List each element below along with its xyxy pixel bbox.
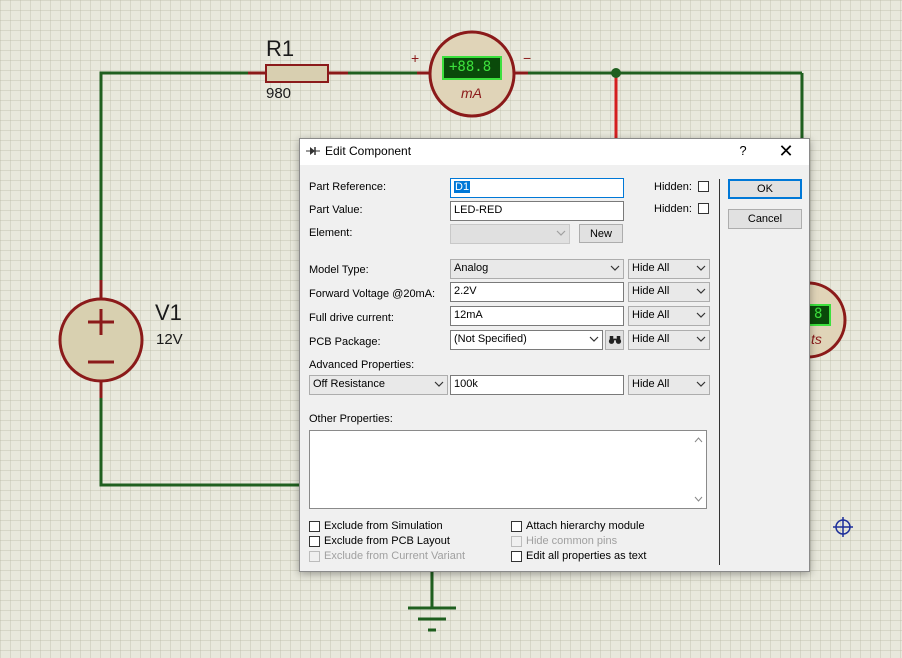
v1-reference: V1 [155, 300, 182, 325]
model-type-visibility-select[interactable]: Hide All [628, 259, 710, 279]
full-drive-current-visibility-select[interactable]: Hide All [628, 306, 710, 326]
hidden-label-value: Hidden: [654, 203, 692, 215]
chevron-down-icon [610, 265, 620, 271]
forward-voltage-label: Forward Voltage @20mA: [309, 288, 436, 300]
hidden-reference-checkbox[interactable] [698, 181, 709, 192]
cancel-button[interactable]: Cancel [728, 209, 802, 229]
forward-voltage-visibility-value: Hide All [632, 285, 670, 297]
v1-value: 12V [156, 331, 183, 348]
crosshair-icon [833, 517, 853, 537]
voltmeter-unit: ts [811, 331, 822, 347]
scroll-down-icon[interactable] [694, 496, 703, 502]
edit-all-text-label[interactable]: Edit all properties as text [526, 550, 646, 562]
attach-hierarchy-label[interactable]: Attach hierarchy module [526, 520, 645, 532]
pcb-package-label: PCB Package: [309, 336, 381, 348]
binoculars-icon [608, 336, 621, 344]
advanced-visibility-value: Hide All [632, 378, 670, 390]
chevron-down-icon [434, 381, 444, 387]
chevron-down-icon [696, 265, 706, 271]
full-drive-current-input[interactable]: 12mA [450, 306, 624, 326]
advanced-visibility-select[interactable]: Hide All [628, 375, 710, 395]
exclude-simulation-label[interactable]: Exclude from Simulation [324, 520, 443, 532]
exclude-simulation-checkbox[interactable] [309, 521, 320, 532]
part-reference-value: D1 [454, 181, 471, 193]
other-properties-textarea[interactable] [309, 430, 707, 509]
hidden-label-reference: Hidden: [654, 181, 692, 193]
model-type-label: Model Type: [309, 264, 369, 276]
r1-value: 980 [266, 85, 292, 102]
dialog-divider [719, 179, 720, 565]
resistor-r1[interactable] [248, 64, 348, 83]
element-select[interactable] [450, 224, 570, 244]
advanced-property-select[interactable]: Off Resistance [309, 375, 448, 395]
diode-icon [306, 147, 320, 155]
part-reference-label: Part Reference: [309, 181, 387, 193]
voltmeter-display: 8 [814, 306, 823, 322]
ammeter-minus: − [523, 50, 532, 66]
full-drive-current-label: Full drive current: [309, 312, 394, 324]
ammeter-display: +88.8 [449, 59, 492, 75]
voltage-source-v1[interactable] [58, 280, 144, 398]
wire-junction [611, 68, 621, 78]
scroll-up-icon[interactable] [694, 437, 703, 443]
exclude-pcb-label[interactable]: Exclude from PCB Layout [324, 535, 450, 547]
forward-voltage-visibility-select[interactable]: Hide All [628, 282, 710, 302]
advanced-property-name: Off Resistance [313, 378, 385, 390]
hide-common-pins-checkbox[interactable] [511, 536, 522, 547]
ok-button[interactable]: OK [728, 179, 802, 199]
close-button[interactable]: ✕ [777, 141, 795, 162]
other-properties-label: Other Properties: [309, 413, 393, 425]
chevron-down-icon [696, 312, 706, 318]
edit-all-text-checkbox[interactable] [511, 551, 522, 562]
model-type-select[interactable]: Analog [450, 259, 624, 279]
exclude-variant-checkbox[interactable] [309, 551, 320, 562]
chevron-down-icon [696, 288, 706, 294]
attach-hierarchy-checkbox[interactable] [511, 521, 522, 532]
dialog-titlebar[interactable]: Edit Component ? ✕ [300, 139, 809, 165]
full-drive-current-visibility-value: Hide All [632, 309, 670, 321]
exclude-variant-label: Exclude from Current Variant [324, 550, 466, 562]
r1-reference: R1 [266, 36, 295, 61]
new-element-button[interactable]: New [579, 224, 623, 243]
ammeter-plus: + [411, 50, 420, 66]
chevron-down-icon [589, 336, 599, 342]
hidden-value-checkbox[interactable] [698, 203, 709, 214]
part-value-input[interactable]: LED-RED [450, 201, 624, 221]
advanced-properties-label: Advanced Properties: [309, 359, 415, 371]
part-value-label: Part Value: [309, 204, 363, 216]
exclude-pcb-checkbox[interactable] [309, 536, 320, 547]
ammeter-unit: mA [461, 85, 482, 101]
chevron-down-icon [696, 381, 706, 387]
pcb-package-browse-button[interactable] [605, 330, 624, 350]
advanced-property-input[interactable]: 100k [450, 375, 624, 395]
hide-common-pins-label: Hide common pins [526, 535, 618, 547]
chevron-down-icon [696, 336, 706, 342]
forward-voltage-input[interactable]: 2.2V [450, 282, 624, 302]
dialog-title: Edit Component [325, 144, 412, 158]
model-type-visibility-value: Hide All [632, 262, 670, 274]
chevron-down-icon [556, 230, 566, 236]
pcb-package-select[interactable]: (Not Specified) [450, 330, 603, 350]
pcb-package-value: (Not Specified) [454, 333, 527, 345]
edit-component-dialog: Edit Component ? ✕ Part Reference: D1 Hi… [299, 138, 810, 572]
pcb-package-visibility-value: Hide All [632, 333, 670, 345]
pcb-package-visibility-select[interactable]: Hide All [628, 330, 710, 350]
element-label: Element: [309, 227, 353, 239]
help-button[interactable]: ? [735, 143, 751, 158]
model-type-value: Analog [454, 262, 489, 274]
part-reference-input[interactable]: D1 [450, 178, 624, 198]
ground-symbol[interactable] [408, 606, 456, 632]
